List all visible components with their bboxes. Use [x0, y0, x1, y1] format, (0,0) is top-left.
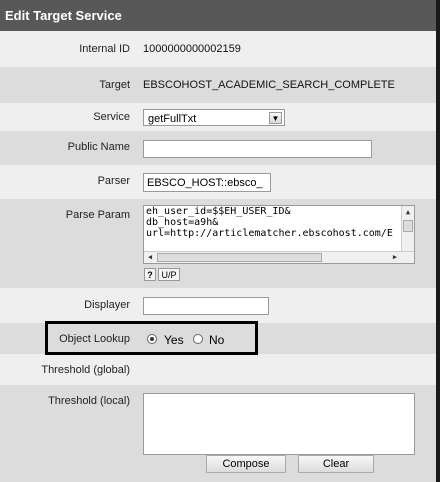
parser-label: Parser [97, 175, 130, 187]
row-internal-id: Internal ID 1000000000002159 [0, 31, 436, 67]
arrow-left-icon[interactable]: ◀ [144, 252, 156, 263]
parser-input[interactable]: EBSCO_HOST::ebsco_ [143, 173, 271, 192]
row-public-name: Public Name [0, 131, 436, 165]
parse-param-line: eh_user_id=$$EH_USER_ID& [146, 206, 291, 217]
chevron-down-icon: ▼ [269, 112, 282, 124]
clear-button[interactable]: Clear [298, 455, 374, 473]
parse-param-label: Parse Param [65, 209, 130, 221]
parse-param-textarea[interactable]: eh_user_id=$$EH_USER_ID& db_host=a9h& ur… [143, 205, 415, 264]
panel-title: Edit Target Service [0, 0, 436, 31]
edit-target-service-panel: Edit Target Service Internal ID 10000000… [0, 0, 440, 482]
vertical-scroll-thumb[interactable] [403, 220, 413, 232]
user-password-button[interactable]: U/P [158, 268, 180, 281]
row-service: Service getFullTxt ▼ [0, 103, 436, 131]
compose-button[interactable]: Compose [206, 455, 286, 473]
displayer-input[interactable] [143, 297, 269, 315]
target-value: EBSCOHOST_ACADEMIC_SEARCH_COMPLETE [143, 79, 395, 91]
row-target: Target EBSCOHOST_ACADEMIC_SEARCH_COMPLET… [0, 67, 436, 103]
parse-param-line: db_host=a9h& [146, 217, 219, 228]
arrow-right-icon[interactable]: ▶ [389, 252, 401, 263]
row-displayer: Displayer [0, 288, 436, 323]
internal-id-label: Internal ID [79, 43, 130, 55]
threshold-local-textarea[interactable] [143, 393, 415, 455]
horizontal-scrollbar[interactable]: ◀ ▶ [144, 251, 414, 263]
object-lookup-highlight-box [45, 321, 258, 355]
threshold-local-label: Threshold (local) [48, 395, 130, 407]
help-button[interactable]: ? [144, 268, 156, 281]
row-parse-param: Parse Param eh_user_id=$$EH_USER_ID& db_… [0, 199, 436, 288]
service-select[interactable]: getFullTxt ▼ [143, 109, 285, 126]
service-label: Service [93, 111, 130, 123]
internal-id-value: 1000000000002159 [143, 43, 241, 55]
service-select-value: getFullTxt [148, 113, 197, 125]
row-parser: Parser EBSCO_HOST::ebsco_ [0, 165, 436, 199]
target-label: Target [99, 79, 130, 91]
row-threshold-local: Threshold (local) Compose Clear [0, 385, 436, 482]
public-name-label: Public Name [67, 141, 130, 153]
threshold-global-label: Threshold (global) [41, 364, 130, 376]
parser-value: EBSCO_HOST::ebsco_ [147, 177, 263, 189]
arrow-up-icon[interactable]: ▲ [402, 206, 414, 218]
public-name-input[interactable] [143, 140, 372, 158]
horizontal-scroll-thumb[interactable] [157, 253, 322, 262]
parse-param-line: url=http://articlematcher.ebscohost.com/… [146, 228, 393, 239]
displayer-label: Displayer [84, 299, 130, 311]
row-threshold-global: Threshold (global) [0, 354, 436, 385]
